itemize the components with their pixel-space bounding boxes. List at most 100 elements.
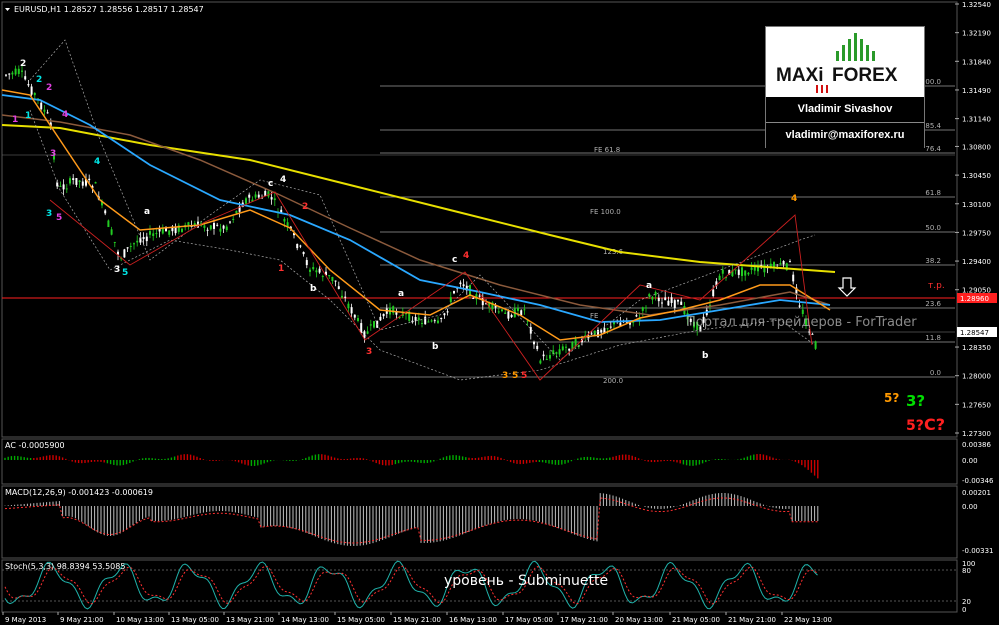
wave-label: 3: [366, 347, 372, 357]
time-tick-label: 10 May 13:00: [116, 616, 164, 624]
price-tick-label: 1.32540: [962, 1, 991, 9]
forecast-label: 5?: [906, 418, 924, 434]
candle-body: [753, 266, 756, 271]
candle-body: [318, 268, 321, 273]
candle-body: [779, 263, 782, 265]
candle-body: [328, 275, 331, 277]
candle-body: [107, 220, 110, 228]
candle-body: [673, 300, 676, 308]
candle-body: [606, 328, 609, 330]
candle-body: [417, 317, 420, 321]
candle-body: [718, 275, 721, 280]
candle-body: [657, 297, 660, 302]
price-tick-label: 1.30100: [962, 201, 991, 209]
ac-axis-label: -0.00346: [962, 477, 994, 485]
candle-body: [641, 307, 644, 311]
brand-maxi: MAXi: [776, 65, 824, 86]
price-axis: 1.32540 1.32190 1.31840 1.31490 1.31140 1.308…: [955, 1, 991, 438]
candle-body: [11, 72, 14, 75]
candle-body: [744, 270, 747, 276]
candle-body: [661, 302, 663, 304]
forecast-label: C?: [924, 415, 945, 434]
macd-axis-label: 0.00201: [962, 489, 991, 497]
candle-body: [213, 223, 215, 229]
ac-axis-label: 0.00386: [962, 441, 991, 449]
wave-label: 4: [791, 194, 797, 204]
candle-body: [529, 327, 532, 334]
candle-body: [312, 267, 315, 270]
candle-body: [24, 76, 27, 80]
candle-body: [773, 262, 775, 267]
price-tick-label: 1.27650: [962, 401, 991, 409]
candle-body: [155, 233, 158, 235]
candle-body: [225, 226, 228, 231]
candle-body: [273, 198, 276, 201]
candle-body: [126, 247, 129, 249]
candle-body: [811, 333, 814, 335]
candle-body: [46, 112, 49, 114]
wave-label: 3: [46, 209, 52, 219]
candle-body: [309, 269, 311, 272]
wave-label: b: [432, 342, 439, 352]
fib-level-label: 38.2: [925, 257, 941, 265]
candle-body: [337, 286, 340, 289]
brand-forex: FOREX: [832, 65, 898, 86]
macd-axis-label: 0.00: [962, 503, 978, 511]
candle-body: [747, 272, 750, 275]
candle-body: [334, 280, 337, 282]
candle-body: [497, 311, 500, 313]
price-tick-label: 1.31840: [962, 58, 991, 66]
candle-body: [501, 309, 503, 312]
forecast-label: 3?: [906, 392, 925, 410]
tp-label: т.р.: [928, 281, 945, 291]
price-tick-label: 1.27300: [962, 430, 991, 438]
wave-label: a: [398, 289, 404, 299]
candle-body: [459, 282, 462, 285]
chart-title: EURUSD,H1 1.28527 1.28556 1.28517 1.2854…: [14, 5, 204, 14]
candle-body: [395, 312, 398, 315]
price-tick-label: 1.32190: [962, 30, 991, 38]
macd-axis-label: -0.00331: [962, 547, 993, 555]
candle-body: [427, 321, 430, 323]
candle-body: [504, 312, 507, 314]
candle-body: [8, 73, 11, 75]
candle-body: [299, 245, 302, 247]
stoch-title: Stoch(5,3,3) 98.8394 53.5085: [5, 562, 125, 571]
candle-body: [222, 225, 225, 229]
candle-body: [734, 269, 737, 271]
candle-body: [248, 194, 251, 198]
ac-panel[interactable]: [1, 438, 958, 485]
time-tick-label: 13 May 05:00: [171, 616, 219, 624]
candle-body: [433, 320, 436, 322]
ac-title: AC -0.0005900: [5, 441, 65, 450]
candle-body: [446, 311, 449, 313]
maxiforex-brand-mark: MAXi FOREX: [776, 33, 898, 93]
wave-label: b: [310, 284, 317, 294]
candle-body: [590, 333, 593, 335]
wave-label: 2: [302, 202, 308, 212]
candle-body: [507, 311, 510, 319]
candle-body: [421, 322, 423, 324]
candle-body: [801, 309, 804, 314]
price-tick-label: 1.28350: [962, 344, 991, 352]
price-tick-label: 1.31490: [962, 87, 991, 95]
candle-body: [232, 218, 235, 220]
price-tick-label: 1.28000: [962, 373, 991, 381]
candle-body: [545, 358, 548, 360]
fib-level-label: 11.8: [925, 334, 941, 342]
candle-body: [510, 314, 513, 318]
candle-body: [78, 180, 81, 183]
candle-body: [558, 349, 561, 355]
candle-body: [168, 230, 171, 235]
candle-body: [206, 229, 209, 231]
ac-axis-label: 0.00: [962, 457, 978, 465]
candle-body: [110, 229, 113, 235]
wave-label: 5: [56, 213, 62, 223]
author-email[interactable]: vladimir@maxiforex.ru: [766, 122, 924, 148]
candle-body: [382, 313, 385, 317]
candle-body: [561, 346, 564, 351]
candle-body: [94, 182, 97, 184]
time-tick-label: 22 May 13:00: [784, 616, 832, 624]
time-tick-label: 17 May 21:00: [560, 616, 608, 624]
wave-label: b: [702, 351, 709, 361]
